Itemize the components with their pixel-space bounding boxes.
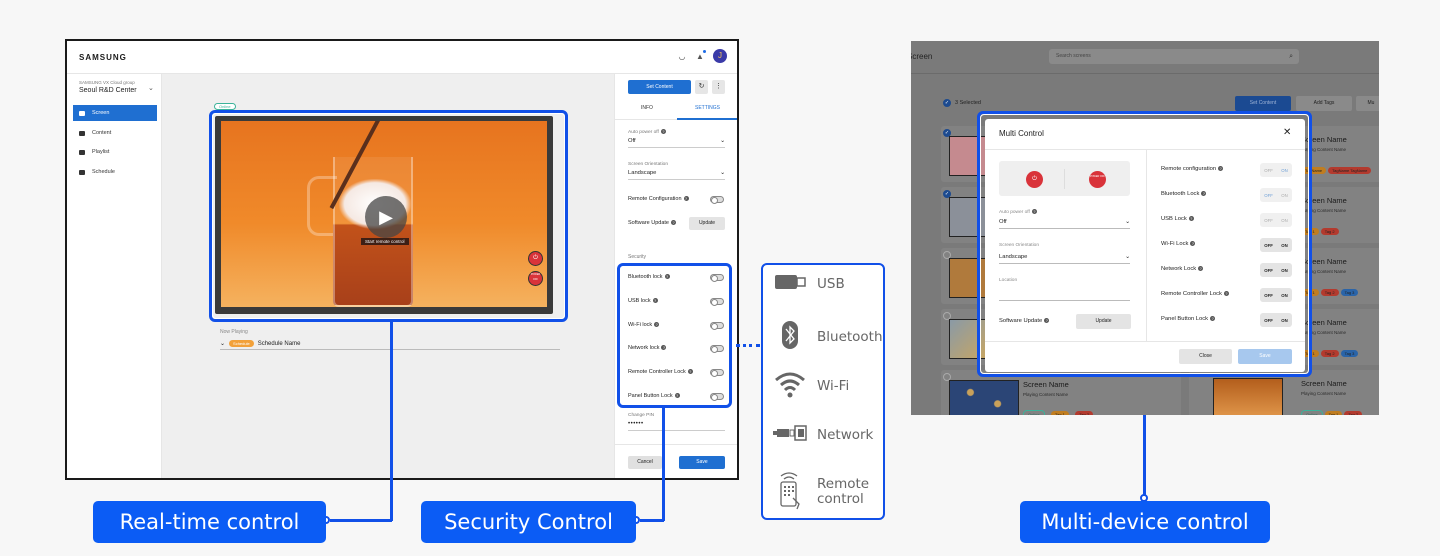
page-title: Screen <box>911 52 933 61</box>
screen-name: Screen Name <box>1023 380 1069 389</box>
sidebar-item-label: Screen <box>92 110 110 116</box>
security-label: Security <box>628 254 647 260</box>
schedule-name: Schedule Name <box>257 340 301 347</box>
chevron-down-icon: ⌄ <box>720 138 725 144</box>
group-name[interactable]: Seoul R&D Center <box>79 87 137 94</box>
legend-item-network: Network <box>773 425 873 445</box>
calendar-icon <box>79 169 85 175</box>
sidebar-item-label: Playlist <box>92 149 110 155</box>
grid-icon <box>79 130 85 136</box>
chevron-down-icon[interactable]: ⌄ <box>148 84 154 92</box>
legend-item-remote-control: Remote control <box>773 470 883 514</box>
check-icon[interactable]: ✓ <box>943 99 951 107</box>
update-button[interactable]: Update <box>689 217 725 230</box>
sidebar-item-content[interactable]: Content <box>73 125 157 141</box>
cancel-button[interactable]: Cancel <box>628 456 662 469</box>
software-update-label: Software Update? <box>628 220 676 226</box>
auto-power-off-label: Auto power off? <box>628 129 666 135</box>
legend-item-usb: USB <box>773 273 845 295</box>
set-content-button[interactable]: Set Content <box>1235 96 1291 111</box>
sidebar-item-label: Schedule <box>92 169 115 175</box>
help-icon[interactable]: ? <box>660 129 666 134</box>
security-highlight <box>617 263 732 408</box>
connector-line <box>662 407 665 521</box>
samsung-logo: SAMSUNG <box>79 53 127 62</box>
tag-list: Online Tag 1 Tag 2 <box>1023 403 1095 415</box>
help-icon[interactable]: ? <box>670 220 676 226</box>
remote-control-icon <box>773 470 807 514</box>
tab-info[interactable]: INFO <box>641 105 653 111</box>
footer-divider <box>615 444 737 445</box>
refresh-icon[interactable]: ↻ <box>695 80 708 94</box>
chevron-down-icon: ⌄ <box>720 170 725 176</box>
sidebar-item-screen[interactable]: Screen <box>73 105 157 121</box>
sidebar-item-label: Content <box>92 130 112 136</box>
sidebar: SAMSUNG VX Cloud group Seoul R&D Center … <box>67 74 162 478</box>
remote-configuration-label: Remote Configuration? <box>628 196 689 202</box>
headset-icon[interactable]: ◡ <box>677 52 687 62</box>
avatar[interactable]: J <box>713 49 727 63</box>
legend-item-wifi: Wi-Fi <box>773 370 849 402</box>
schedule-tag: Schedule <box>229 340 254 347</box>
change-pin-label: Change PIN <box>628 413 655 418</box>
bluetooth-icon <box>773 320 807 354</box>
set-content-button[interactable]: Set Content <box>628 80 691 94</box>
status-badge: Online <box>214 103 236 110</box>
multi-device-control-label: Multi-device control <box>1020 501 1270 543</box>
playlist-icon <box>79 149 85 155</box>
multi-control-button[interactable]: Mu <box>1356 96 1379 111</box>
sidebar-item-playlist[interactable]: Playlist <box>73 144 157 160</box>
screen-thumbnail <box>1213 378 1283 415</box>
content-name: Playing Content Name <box>1023 392 1069 397</box>
screen-orientation-label: Screen Orientation <box>628 162 668 167</box>
search-input[interactable]: Search screens ⌕ <box>1049 49 1299 64</box>
change-pin-input[interactable]: •••••• <box>628 421 725 431</box>
selection-count: ✓ 3 Selected <box>943 99 981 107</box>
help-icon[interactable]: ? <box>683 196 689 202</box>
sidebar-item-schedule[interactable]: Schedule <box>73 164 157 180</box>
top-bar: SAMSUNG ◡ ▲ J <box>67 41 737 74</box>
add-tags-button[interactable]: Add Tags <box>1296 96 1352 111</box>
auto-power-off-select[interactable]: Off ⌄ <box>628 138 725 148</box>
search-icon[interactable]: ⌕ <box>1289 49 1293 64</box>
network-icon <box>773 425 807 445</box>
group-label: SAMSUNG VX Cloud group <box>79 80 135 85</box>
realtime-highlight <box>209 110 568 322</box>
tab-settings[interactable]: SETTINGS <box>695 105 720 111</box>
wifi-icon <box>773 370 807 402</box>
multi-control-highlight <box>977 111 1312 377</box>
screen-orientation-select[interactable]: Landscape ⌄ <box>628 170 725 180</box>
more-icon[interactable]: ⋮ <box>712 80 725 94</box>
bell-icon[interactable]: ▲ <box>695 52 705 62</box>
legend-item-bluetooth: Bluetooth <box>773 320 883 354</box>
save-button[interactable]: Save <box>679 456 725 469</box>
realtime-control-label: Real-time control <box>93 501 326 543</box>
connector-line <box>640 519 664 522</box>
notification-dot <box>703 50 706 53</box>
usb-icon <box>773 273 807 295</box>
connector-line <box>390 321 393 521</box>
security-legend: USB Bluetooth Wi-Fi Network Remote contr… <box>761 263 885 520</box>
screen-thumbnail <box>949 380 1019 415</box>
now-playing-label: Now Playing <box>220 329 248 335</box>
active-tab-indicator <box>677 118 737 120</box>
tag-list: Online Tag 1 Tag 2 <box>1301 403 1364 415</box>
header-divider <box>911 73 1379 74</box>
remote-configuration-toggle[interactable] <box>710 196 724 204</box>
security-control-label: Security Control <box>421 501 636 543</box>
chevron-down-icon[interactable]: ⌄ <box>220 340 225 347</box>
screen-icon <box>79 110 85 116</box>
dotted-connector <box>736 344 760 347</box>
connector-line <box>330 519 392 522</box>
